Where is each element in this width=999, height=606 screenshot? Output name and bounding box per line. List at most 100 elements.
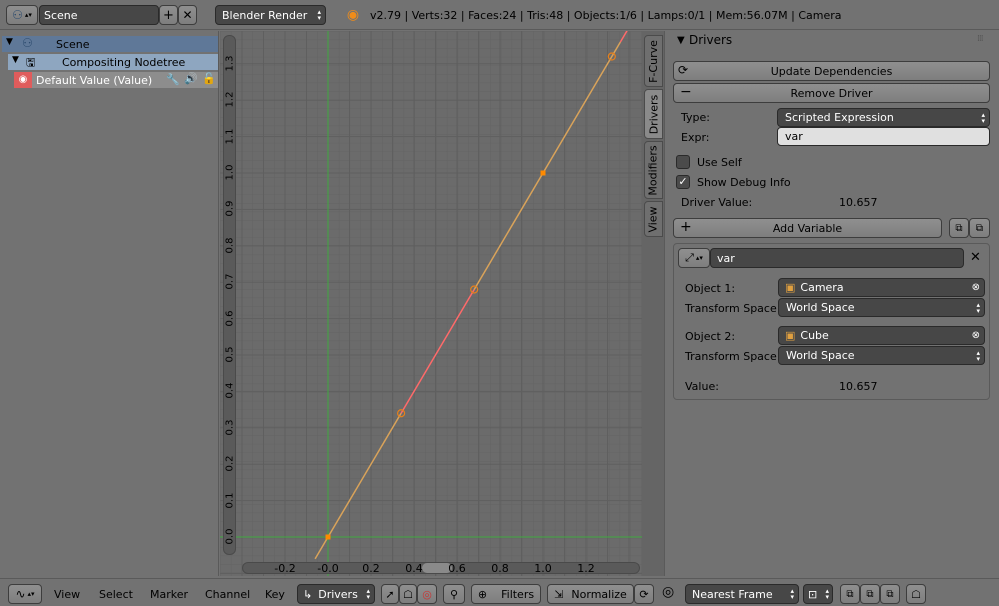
speaker-icon[interactable]: 🔊 xyxy=(184,72,198,85)
collapse-triangle-icon[interactable]: ▼ xyxy=(677,35,685,46)
normalize-toggle[interactable]: ⇲ Normalize xyxy=(547,584,634,604)
expr-input[interactable]: var xyxy=(777,127,990,146)
y-tick-label: 1.2 xyxy=(224,91,236,108)
filters-button[interactable]: ⊕ Filters xyxy=(471,584,541,604)
cursor-arrow-icon: ➚ xyxy=(385,587,395,601)
status-stats: v2.79 | Verts:32 | Faces:24 | Tris:48 | … xyxy=(370,9,842,22)
menu-channel[interactable]: Channel xyxy=(205,588,250,601)
clear-icon[interactable]: ⊗ xyxy=(972,282,980,293)
menu-key[interactable]: Key xyxy=(265,588,285,601)
tab-f-curve[interactable]: F-Curve xyxy=(644,35,663,87)
expand-triangle-icon[interactable]: ▼ xyxy=(6,37,13,47)
keyframe-point[interactable] xyxy=(325,534,331,540)
plus-icon: ⊕ xyxy=(477,587,488,601)
mode-select[interactable]: ↳ Drivers ▴ ▾ xyxy=(297,584,375,604)
pivot-icon: ⊡ xyxy=(808,587,818,601)
ghost-curves-icon[interactable]: ◎ xyxy=(662,584,674,600)
tab-view[interactable]: View xyxy=(644,201,663,237)
channel-default-value[interactable]: ◉ Default Value (Value) 🔧 🔊 🔓 xyxy=(14,72,218,88)
only-selected-toggle[interactable]: ➚ xyxy=(381,584,399,604)
object-cube-icon: ▣ xyxy=(785,281,796,294)
show-debug-checkbox[interactable]: ✓ xyxy=(676,175,690,189)
clear-icon[interactable]: ⊗ xyxy=(972,330,980,341)
add-variable-button[interactable]: + Add Variable xyxy=(673,218,942,238)
blender-logo-icon: ◉ xyxy=(346,7,360,23)
ghost-icon: ☖ xyxy=(911,587,921,601)
type-select[interactable]: Scripted Expression ▴ ▾ xyxy=(777,108,990,127)
paste-flipped-button[interactable]: ⧉ xyxy=(880,584,900,604)
channel-scene[interactable]: ▼ ⚇ Scene xyxy=(2,36,218,52)
x-tick-label: 0.2 xyxy=(362,562,380,575)
y-tick-label: 0.0 xyxy=(224,528,236,545)
vertical-scrollbar[interactable] xyxy=(223,35,236,555)
eye-icon[interactable]: ◉ xyxy=(14,72,32,88)
drag-handle-icon[interactable]: ⁞⁞⁞ xyxy=(977,34,984,44)
x-tick-label: 0.4 xyxy=(405,562,423,575)
variable-name-input[interactable]: var xyxy=(710,248,964,268)
render-engine-select[interactable]: Blender Render ▴ ▾ xyxy=(215,5,326,25)
update-dependencies-button[interactable]: ⟳ Update Dependencies xyxy=(673,61,990,81)
show-debug-label: Show Debug Info xyxy=(697,176,791,189)
driver-icon: ↳ xyxy=(303,587,313,601)
copy-keys-button[interactable]: ⧉ xyxy=(840,584,860,604)
add-scene-button[interactable]: + xyxy=(159,5,178,25)
x-tick-label: 1.0 xyxy=(534,562,552,575)
transform-space2-select[interactable]: World Space ▴ ▾ xyxy=(778,346,985,365)
lock-icon[interactable]: 🔓 xyxy=(202,72,216,85)
delete-scene-button[interactable]: ✕ xyxy=(178,5,197,25)
menu-marker[interactable]: Marker xyxy=(150,588,188,601)
graph-editor-icon: ∿ xyxy=(15,587,26,601)
pivot-point-select[interactable]: ⊡ ▴ ▾ xyxy=(803,584,833,604)
search-filter-button[interactable]: ⚲ xyxy=(443,584,465,604)
use-self-checkbox[interactable] xyxy=(676,155,690,169)
only-errors-toggle[interactable]: ◎ xyxy=(417,584,437,604)
close-icon: ✕ xyxy=(182,8,193,22)
auto-normalize-button[interactable]: ⟳ xyxy=(634,584,654,604)
tab-modifiers[interactable]: Modifiers xyxy=(644,141,663,199)
remove-driver-button[interactable]: − Remove Driver xyxy=(673,83,990,103)
ghost-button[interactable]: ☖ xyxy=(906,584,926,604)
object-cube-icon: ▣ xyxy=(785,329,796,342)
y-tick-label: 0.3 xyxy=(224,419,236,436)
nodetree-icon: 🖫 xyxy=(26,56,36,69)
variable-value-label: Value: xyxy=(685,380,719,393)
sidebar-tabs: F-Curve Drivers Modifiers View xyxy=(642,31,664,576)
copy-driver-button[interactable]: ⧉ xyxy=(949,218,969,238)
channel-nodetree[interactable]: ▼ 🖫 Compositing Nodetree xyxy=(8,54,218,70)
transform-space1-select[interactable]: World Space ▴ ▾ xyxy=(778,298,985,317)
wrench-icon[interactable]: 🔧 xyxy=(166,73,180,86)
error-icon: ◎ xyxy=(422,587,432,601)
editor-type-button[interactable]: ⚇ ▴▾ xyxy=(6,5,38,25)
variable-type-select[interactable]: ⤢ ▴▾ xyxy=(678,248,710,268)
y-tick-label: 0.5 xyxy=(224,346,236,363)
paste-keys-button[interactable]: ⧉ xyxy=(860,584,880,604)
paste-icon: ⧉ xyxy=(866,588,874,600)
search-icon: ⚲ xyxy=(449,587,459,601)
copy-icon: ⧉ xyxy=(955,222,963,234)
type-label: Type: xyxy=(681,111,710,124)
drivers-panel: ▼ Drivers ⁞⁞⁞ ⟳ Update Dependencies − Re… xyxy=(664,31,999,576)
y-tick-label: 0.7 xyxy=(224,273,236,290)
pivot-select[interactable]: Nearest Frame ▴ ▾ xyxy=(685,584,799,604)
object1-field[interactable]: ▣ Camera ⊗ xyxy=(778,278,985,297)
use-self-label: Use Self xyxy=(697,156,742,169)
menu-view[interactable]: View xyxy=(54,588,80,601)
menu-select[interactable]: Select xyxy=(99,588,133,601)
channel-label: Default Value (Value) xyxy=(36,74,153,87)
graph-canvas[interactable] xyxy=(220,31,642,576)
editor-type-button[interactable]: ∿ ▴▾ xyxy=(8,584,42,604)
show-hidden-toggle[interactable]: ☖ xyxy=(399,584,417,604)
paste-driver-button[interactable]: ⧉ xyxy=(969,218,990,238)
transform-space2-label: Transform Space: xyxy=(685,350,781,363)
graph-editor[interactable]: 1.3 1.2 1.1 1.0 0.9 0.8 0.7 0.6 0.5 0.4 0.3 0.2 0.1 0… xyxy=(220,31,642,576)
tab-drivers[interactable]: Drivers xyxy=(644,89,663,139)
object2-field[interactable]: ▣ Cube ⊗ xyxy=(778,326,985,345)
y-tick-label: 0.6 xyxy=(224,310,236,327)
y-tick-label: 1.3 xyxy=(224,55,236,72)
remove-variable-icon[interactable]: ✕ xyxy=(970,250,981,265)
channel-label: Compositing Nodetree xyxy=(62,56,186,69)
expand-triangle-icon[interactable]: ▼ xyxy=(12,55,19,65)
keyframe-point[interactable] xyxy=(540,170,546,176)
x-tick-label: -0.2 xyxy=(274,562,296,575)
scene-name-field[interactable]: Scene xyxy=(39,5,159,25)
